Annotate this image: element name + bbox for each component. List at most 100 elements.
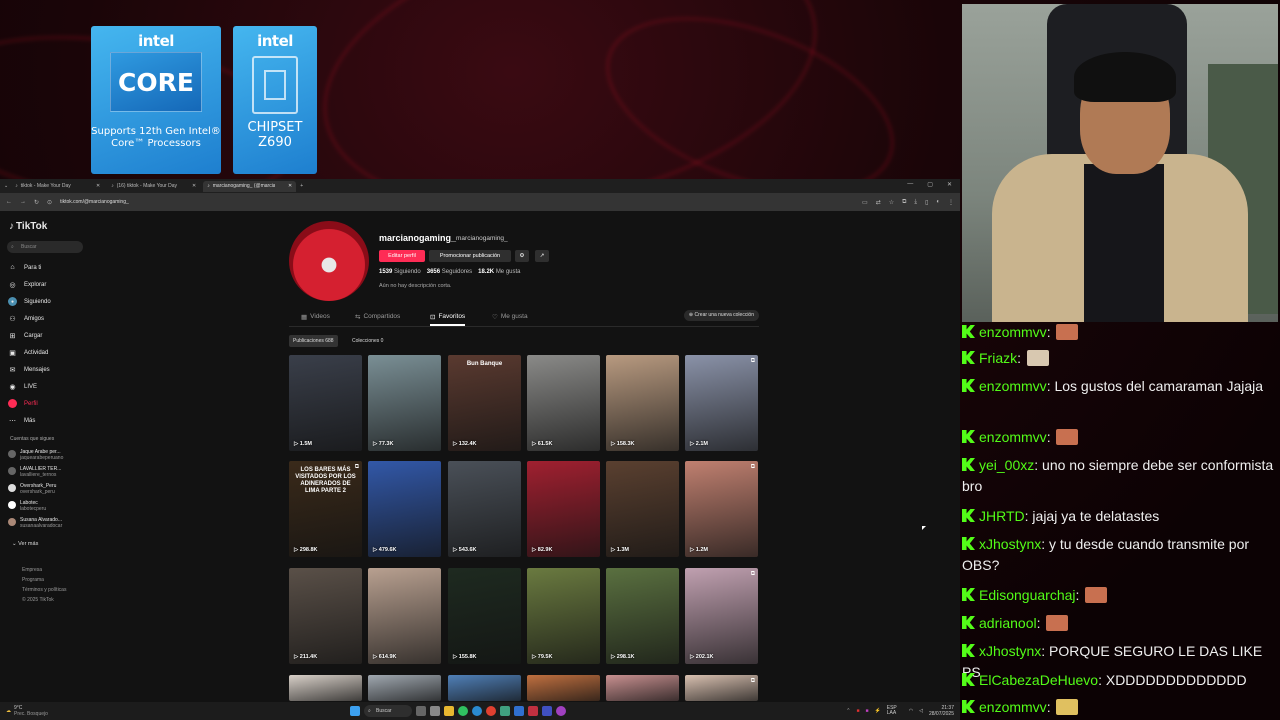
sidebar-item-explorar[interactable]: ◎ Explorar [8, 280, 46, 289]
close-tab-icon[interactable]: ✕ [96, 183, 100, 189]
video-thumbnail[interactable] [368, 675, 441, 701]
profile-icon[interactable]: ◐ [936, 199, 940, 206]
tab-list-icon[interactable]: ⌄ [4, 183, 8, 189]
video-thumbnail[interactable]: ⧉ ▷ 2.1M [685, 355, 758, 451]
maximize-icon[interactable]: ▢ [927, 181, 933, 188]
video-thumbnail[interactable]: ▷ 155.8K [448, 568, 521, 664]
tab-compartidos[interactable]: ⇆ Compartidos [355, 313, 400, 321]
weather-widget[interactable]: ☁ 9°C Prec. Bosquejo [6, 705, 48, 717]
chat-username[interactable]: ElCabezaDeHuevo [979, 672, 1098, 688]
sidebar-item-cargar[interactable]: ⊞ Cargar [8, 331, 43, 340]
video-thumbnail[interactable]: Bun Banque ▷ 132.4K [448, 355, 521, 451]
chat-username[interactable]: enzommvv [979, 324, 1047, 340]
browser-tab-active[interactable]: ♪marcianogaming_ (@marcianogaming_) ✕ [203, 180, 297, 192]
followers-stat[interactable]: 3656 Seguidores [427, 269, 472, 275]
chat-username[interactable]: Friazk [979, 350, 1017, 366]
close-tab-icon[interactable]: ✕ [192, 183, 196, 189]
clock[interactable]: 21:37 28/07/2025 [929, 705, 954, 717]
back-icon[interactable]: ← [6, 199, 12, 205]
sidebar-item-mensajes[interactable]: ✉ Mensajes [8, 365, 50, 374]
share-button[interactable]: ↗ [535, 250, 549, 262]
chat-username[interactable]: enzommvv [979, 699, 1047, 715]
search-input[interactable]: ⌕ Buscar [7, 241, 83, 253]
menu-icon[interactable]: ⋮ [948, 199, 954, 206]
footer-link[interactable]: Programa [22, 577, 44, 583]
chat-username[interactable]: xJhostynx [979, 643, 1041, 659]
chat-username[interactable]: JHRTD [979, 508, 1025, 524]
obs-icon[interactable] [556, 706, 566, 716]
browser-tab[interactable]: ♪ (16) tiktok - Make Your Day ✕ [107, 181, 200, 192]
widgets-icon[interactable] [430, 706, 440, 716]
translate-icon[interactable]: ⇄ [876, 199, 881, 206]
following-account[interactable]: LAVALLIER TER... lavalliere_ternos [8, 466, 61, 478]
publications-chip[interactable]: Publicaciones 688 [289, 335, 338, 347]
forward-icon[interactable]: → [20, 199, 26, 205]
video-thumbnail[interactable]: ⧉ [685, 675, 758, 701]
footer-link[interactable]: Términos y políticas [22, 587, 66, 593]
video-thumbnail[interactable]: ⧉ ▷ 202.1K [685, 568, 758, 664]
video-thumbnail[interactable]: ▷ 1.3M [606, 461, 679, 557]
following-stat[interactable]: 1539 Siguiendo [379, 269, 421, 275]
minimize-icon[interactable]: — [907, 181, 913, 188]
reload-icon[interactable]: ↻ [34, 199, 39, 206]
sidebar-item-para-ti[interactable]: ⌂ Para ti [8, 263, 41, 272]
promote-post-button[interactable]: Promocionar publicación [429, 250, 511, 262]
site-info-icon[interactable]: ⊙ [47, 199, 52, 206]
tab-me-gusta[interactable]: ♡ Me gusta [492, 313, 528, 321]
app-icon[interactable] [542, 706, 552, 716]
tab-favoritos[interactable]: ⊡ Favoritos [430, 313, 466, 326]
video-thumbnail[interactable]: ▷ 158.3K [606, 355, 679, 451]
video-thumbnail[interactable]: ▷ 614.9K [368, 568, 441, 664]
sidebar-item-actividad[interactable]: ▣ Actividad [8, 348, 48, 357]
url-field[interactable]: tiktok.com/@marcianogaming_ [60, 199, 129, 205]
task-view-icon[interactable] [416, 706, 426, 716]
tray-app-icon[interactable]: ■ [856, 708, 859, 714]
edit-profile-button[interactable]: Editar perfil [379, 250, 425, 262]
see-more-link[interactable]: ⌄ Ver más [12, 541, 38, 547]
chrome-icon[interactable] [486, 706, 496, 716]
taskbar-search[interactable]: ⌕ Buscar [364, 705, 412, 717]
sidebar-item-mas[interactable]: ⋯ Más [8, 416, 35, 425]
sidebar-item-amigos[interactable]: ⚇ Amigos [8, 314, 44, 323]
sidebar-item-perfil[interactable]: Perfil [8, 399, 38, 408]
video-thumbnail[interactable] [448, 675, 521, 701]
volume-icon[interactable]: ◁ [919, 708, 923, 714]
video-thumbnail[interactable]: ▷ 79.5K [527, 568, 600, 664]
app-icon[interactable] [528, 706, 538, 716]
tray-app-icon[interactable]: ■ [865, 708, 868, 714]
following-account[interactable]: Labotec labotecperu [8, 500, 46, 512]
chevron-up-icon[interactable]: ⌃ [846, 708, 850, 714]
video-thumbnail[interactable]: ▷ 82.9K [527, 461, 600, 557]
install-icon[interactable]: ▭ [862, 199, 868, 206]
following-account[interactable]: Jaque Arabe per... jaquearabeperuano [8, 449, 63, 461]
browser-tab[interactable]: ♪ tiktok - Make Your Day ✕ [11, 181, 104, 192]
tiktok-logo[interactable]: ♪ TikTok [9, 221, 47, 232]
downloads-icon[interactable]: ⤓ [914, 199, 917, 206]
edge-icon[interactable] [472, 706, 482, 716]
sidebar-item-siguiendo[interactable]: ● Siguiendo [8, 297, 51, 306]
profile-avatar[interactable] [289, 221, 369, 301]
sidebar-item-live[interactable]: ◉ LIVE [8, 382, 37, 391]
chat-username[interactable]: yei_00xz [979, 457, 1034, 473]
app-icon[interactable] [514, 706, 524, 716]
video-thumbnail[interactable]: ▷ 543.6K [448, 461, 521, 557]
file-explorer-icon[interactable] [444, 706, 454, 716]
video-thumbnail[interactable]: ⧉ ▷ 1.2M [685, 461, 758, 557]
following-account[interactable]: Overshark_Peru overshark_peru [8, 483, 56, 495]
bookmark-star-icon[interactable]: ☆ [889, 199, 894, 206]
video-thumbnail[interactable]: ▷ 77.3K [368, 355, 441, 451]
video-thumbnail[interactable]: ▷ 211.4K [289, 568, 362, 664]
video-thumbnail[interactable]: ▷ 61.5K [527, 355, 600, 451]
footer-link[interactable]: Empresa [22, 567, 42, 573]
chat-username[interactable]: xJhostynx [979, 536, 1041, 552]
video-thumbnail[interactable] [289, 675, 362, 701]
start-icon[interactable] [350, 706, 360, 716]
whatsapp-icon[interactable] [458, 706, 468, 716]
video-thumbnail[interactable]: ▷ 479.6K [368, 461, 441, 557]
video-thumbnail[interactable]: LOS BARES MÁS VISITADOS POR LOS ADINERAD… [289, 461, 362, 557]
wifi-icon[interactable]: ◠ [909, 708, 913, 714]
language-indicator[interactable]: ESP LAA [887, 706, 903, 716]
app-icon[interactable] [500, 706, 510, 716]
close-window-icon[interactable]: ✕ [947, 181, 952, 188]
tab-videos[interactable]: ▦ Videos [301, 313, 330, 321]
